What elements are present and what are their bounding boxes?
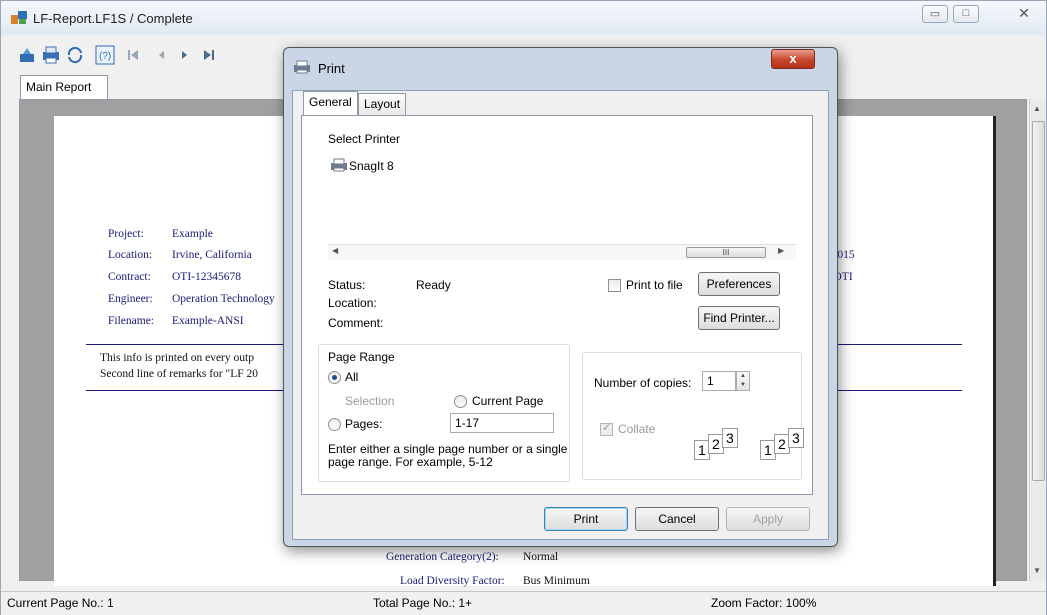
current-page-radio[interactable] xyxy=(454,395,467,408)
last-page-icon[interactable] xyxy=(199,45,219,65)
printer-list[interactable] xyxy=(328,152,804,242)
value-engineer: Operation Technology xyxy=(172,293,275,305)
dialog-title: Print xyxy=(318,61,345,76)
window-title: LF-Report.LF1S / Complete xyxy=(33,11,193,26)
load-diversity-value: Bus Minimum xyxy=(523,575,590,587)
collate-icon: 1 2 3 xyxy=(694,428,750,460)
pages-input[interactable]: 1-17 xyxy=(450,413,554,433)
pages-radio[interactable] xyxy=(328,418,341,431)
page-range-label: Page Range xyxy=(328,350,395,364)
comment-label: Comment: xyxy=(328,316,384,330)
value-location: Irvine, California xyxy=(172,249,252,261)
report-toolbar: (?) xyxy=(17,43,317,67)
help-text-line-2: page range. For example, 5-12 xyxy=(328,455,493,469)
label-project: Project: xyxy=(108,228,144,240)
printer-icon xyxy=(294,60,310,74)
location-label: Location: xyxy=(328,296,377,310)
status-bar: Current Page No.: 1 Total Page No.: 1+ Z… xyxy=(1,591,1046,615)
printer-list-scrollbar[interactable]: ◀ III ▶ xyxy=(328,244,796,260)
scroll-left-icon[interactable]: ◀ xyxy=(332,246,338,255)
status-label: Status: xyxy=(328,278,366,292)
tab-main-report[interactable]: Main Report xyxy=(20,75,108,99)
printer-item-snagit[interactable]: SnagIt 8 xyxy=(349,159,394,173)
copies-group xyxy=(582,352,802,480)
print-dialog: Print x General Layout Select Printer Sn… xyxy=(283,47,838,547)
value-filename: Example-ANSI xyxy=(172,315,244,327)
close-window-button[interactable]: ✕ xyxy=(1009,5,1039,23)
tab-general[interactable]: General xyxy=(303,91,358,115)
minimize-button[interactable]: ▭ xyxy=(922,5,948,23)
tab-layout[interactable]: Layout xyxy=(358,93,407,115)
next-page-icon[interactable] xyxy=(175,45,195,65)
scroll-thumb[interactable]: III xyxy=(686,247,766,258)
select-printer-label: Select Printer xyxy=(328,132,401,146)
vertical-scrollbar[interactable]: ▲ ▼ xyxy=(1029,99,1046,581)
prev-page-icon[interactable] xyxy=(151,45,171,65)
printer-icon xyxy=(331,158,347,172)
apply-button[interactable]: Apply xyxy=(726,507,810,531)
all-radio[interactable] xyxy=(328,371,341,384)
app-icon xyxy=(11,11,27,24)
general-pane: Select Printer SnagIt 8 ◀ III ▶ Status: … xyxy=(301,115,813,495)
label-engineer: Engineer: xyxy=(108,293,153,305)
find-printer-button[interactable]: Find Printer... xyxy=(698,306,780,330)
load-diversity-label: Load Diversity Factor: xyxy=(400,575,505,587)
check-icon: ✓ xyxy=(602,422,612,434)
print-to-file-checkbox[interactable] xyxy=(608,279,621,292)
help-text-line-1: Enter either a single page number or a s… xyxy=(328,442,568,456)
gen-category-label: Generation Category(2): xyxy=(386,551,499,563)
dialog-body: General Layout Select Printer SnagIt 8 ◀… xyxy=(292,90,829,540)
zoom-status: Zoom Factor: 100% xyxy=(711,596,817,610)
print-to-file-label: Print to file xyxy=(626,278,683,292)
scroll-up-icon[interactable]: ▲ xyxy=(1033,104,1041,113)
refresh-icon[interactable] xyxy=(65,45,85,65)
cancel-button[interactable]: Cancel xyxy=(635,507,719,531)
scroll-thumb[interactable] xyxy=(1032,121,1045,481)
collate-icon: 1 2 3 xyxy=(760,428,816,460)
print-button[interactable]: Print xyxy=(544,507,628,531)
print-icon[interactable] xyxy=(41,45,61,65)
copies-spinner[interactable]: ▲ ▼ xyxy=(736,371,750,391)
current-page-label: Current Page xyxy=(472,394,544,408)
label-contract: Contract: xyxy=(108,271,151,283)
status-value: Ready xyxy=(416,278,451,292)
remark-line-1: This info is printed on every outp xyxy=(100,352,254,364)
copies-label: Number of copies: xyxy=(594,376,692,390)
total-page-status: Total Page No.: 1+ xyxy=(373,596,473,610)
current-page-status: Current Page No.: 1 xyxy=(7,596,114,610)
value-contract: OTI-12345678 xyxy=(172,271,241,283)
all-label: All xyxy=(345,370,359,384)
svg-text:(?): (?) xyxy=(99,51,111,62)
scroll-down-icon[interactable]: ▼ xyxy=(1033,566,1041,575)
selection-label: Selection xyxy=(345,394,395,408)
help-icon[interactable]: (?) xyxy=(95,45,115,65)
label-filename: Filename: xyxy=(108,315,154,327)
first-page-icon[interactable] xyxy=(123,45,143,65)
maximize-button[interactable]: □ xyxy=(953,5,979,23)
collate-checkbox[interactable]: ✓ xyxy=(600,422,613,436)
dialog-close-button[interactable]: x xyxy=(771,49,815,69)
remark-line-2: Second line of remarks for "LF 20 xyxy=(100,368,258,380)
gen-category-value: Normal xyxy=(523,551,559,563)
collate-label: Collate xyxy=(618,422,656,436)
copies-input[interactable]: 1 xyxy=(702,371,736,391)
preferences-button[interactable]: Preferences xyxy=(698,272,780,296)
title-bar: LF-Report.LF1S / Complete ▭ □ ✕ xyxy=(1,1,1046,35)
value-project: Example xyxy=(172,228,213,240)
label-location: Location: xyxy=(108,249,153,261)
scroll-right-icon[interactable]: ▶ xyxy=(778,246,784,255)
pages-label: Pages: xyxy=(345,417,383,431)
export-icon[interactable] xyxy=(17,45,37,65)
